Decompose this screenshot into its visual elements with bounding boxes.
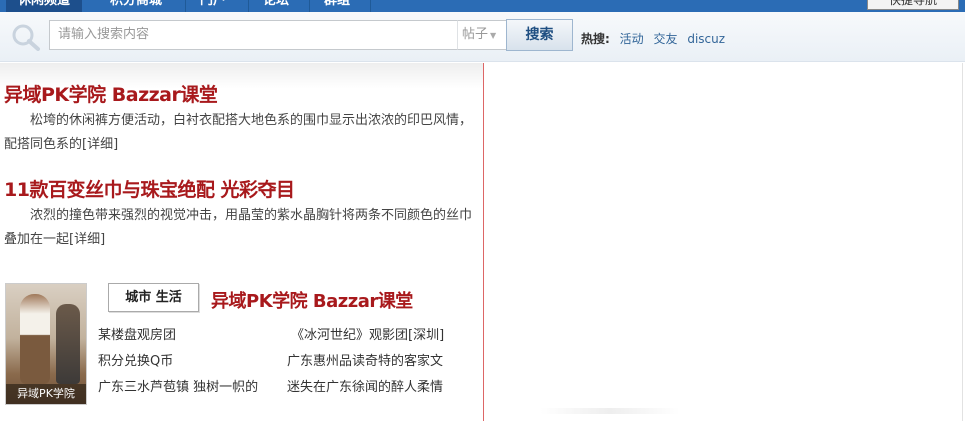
quick-nav-button[interactable]: 快捷导航 bbox=[867, 0, 959, 10]
nav-tab-portal[interactable]: 门户 bbox=[200, 0, 226, 12]
list-item[interactable]: 广东惠州品读奇特的客家文 bbox=[287, 352, 467, 372]
search-input[interactable]: 请输入搜索内容 bbox=[49, 20, 458, 50]
nav-tab-groups[interactable]: 群组 bbox=[324, 0, 350, 12]
divider bbox=[540, 408, 680, 414]
article-item: 11款百变丝巾与珠宝绝配 光彩夺目 浓烈的撞色带来强烈的视觉冲击，用晶莹的紫水晶… bbox=[4, 178, 482, 252]
search-button[interactable]: 搜索 bbox=[506, 19, 573, 51]
hot-term-activity[interactable]: 活动 bbox=[620, 32, 644, 46]
nav-tab-points-mall[interactable]: 积分商城 bbox=[110, 0, 162, 12]
chevron-down-icon: ▼ bbox=[490, 31, 497, 40]
list-item[interactable]: 积分兑换Q币 bbox=[98, 352, 278, 372]
article-title[interactable]: 异域PK学院 Bazzar课堂 bbox=[4, 83, 482, 107]
article-more-link[interactable]: [详细] bbox=[69, 232, 105, 247]
city-life-tag[interactable]: 城市 生活 bbox=[108, 283, 199, 312]
list-item[interactable]: 迷失在广东徐闻的醉人柔情 bbox=[287, 378, 467, 398]
thumbnail-figure bbox=[20, 294, 50, 384]
top-nav: 休闲频道 积分商城 门户 论坛 群组 快捷导航 bbox=[0, 0, 965, 12]
city-feature-title[interactable]: 异域PK学院 Bazzar课堂 bbox=[211, 287, 413, 313]
hot-search-label: 热搜: bbox=[581, 32, 610, 46]
nav-separator bbox=[309, 0, 310, 12]
nav-separator bbox=[185, 0, 186, 12]
article-summary: 松垮的休闲裤方便活动，白衬衣配搭大地色系的围巾显示出浓浓的印巴风情，配搭同色系的… bbox=[4, 109, 482, 157]
hot-term-discuz[interactable]: discuz bbox=[687, 32, 725, 46]
thumbnail-figure bbox=[56, 304, 80, 384]
search-type-select[interactable]: 帖子 ▼ bbox=[457, 20, 507, 50]
list-item[interactable]: 某楼盘观房团 bbox=[98, 326, 278, 346]
article-title[interactable]: 11款百变丝巾与珠宝绝配 光彩夺目 bbox=[4, 178, 482, 202]
article-summary: 浓烈的撞色带来强烈的视觉冲击，用晶莹的紫水晶胸针将两条不同颜色的丝巾叠加在一起[… bbox=[4, 204, 482, 252]
column-divider bbox=[483, 63, 484, 421]
search-bar: 请输入搜索内容 帖子 ▼ 搜索 热搜: 活动 交友 discuz bbox=[0, 12, 965, 62]
article-item: 异域PK学院 Bazzar课堂 松垮的休闲裤方便活动，白衬衣配搭大地色系的围巾显… bbox=[4, 83, 482, 157]
article-more-link[interactable]: [详细] bbox=[82, 137, 118, 152]
search-icon bbox=[12, 24, 40, 51]
hot-search: 热搜: 活动 交友 discuz bbox=[581, 30, 725, 47]
nav-separator bbox=[370, 0, 371, 12]
hot-term-dating[interactable]: 交友 bbox=[653, 32, 677, 46]
article-summary-text: 松垮的休闲裤方便活动，白衬衣配搭大地色系的围巾显示出浓浓的印巴风情，配搭同色系的 bbox=[4, 113, 473, 152]
nav-separator bbox=[248, 0, 249, 12]
search-type-label: 帖子 bbox=[462, 27, 489, 42]
nav-tab-forum[interactable]: 论坛 bbox=[263, 0, 289, 12]
city-thumbnail[interactable]: 异域PK学院 bbox=[5, 283, 87, 405]
list-item[interactable]: 广东三水芦苞镇 独树一帜的 bbox=[98, 378, 278, 398]
right-border bbox=[962, 63, 963, 421]
thumbnail-caption: 异域PK学院 bbox=[6, 384, 86, 404]
list-item[interactable]: 《冰河世纪》观影团[深圳] bbox=[291, 326, 471, 346]
nav-tab-leisure[interactable]: 休闲频道 bbox=[6, 0, 83, 12]
